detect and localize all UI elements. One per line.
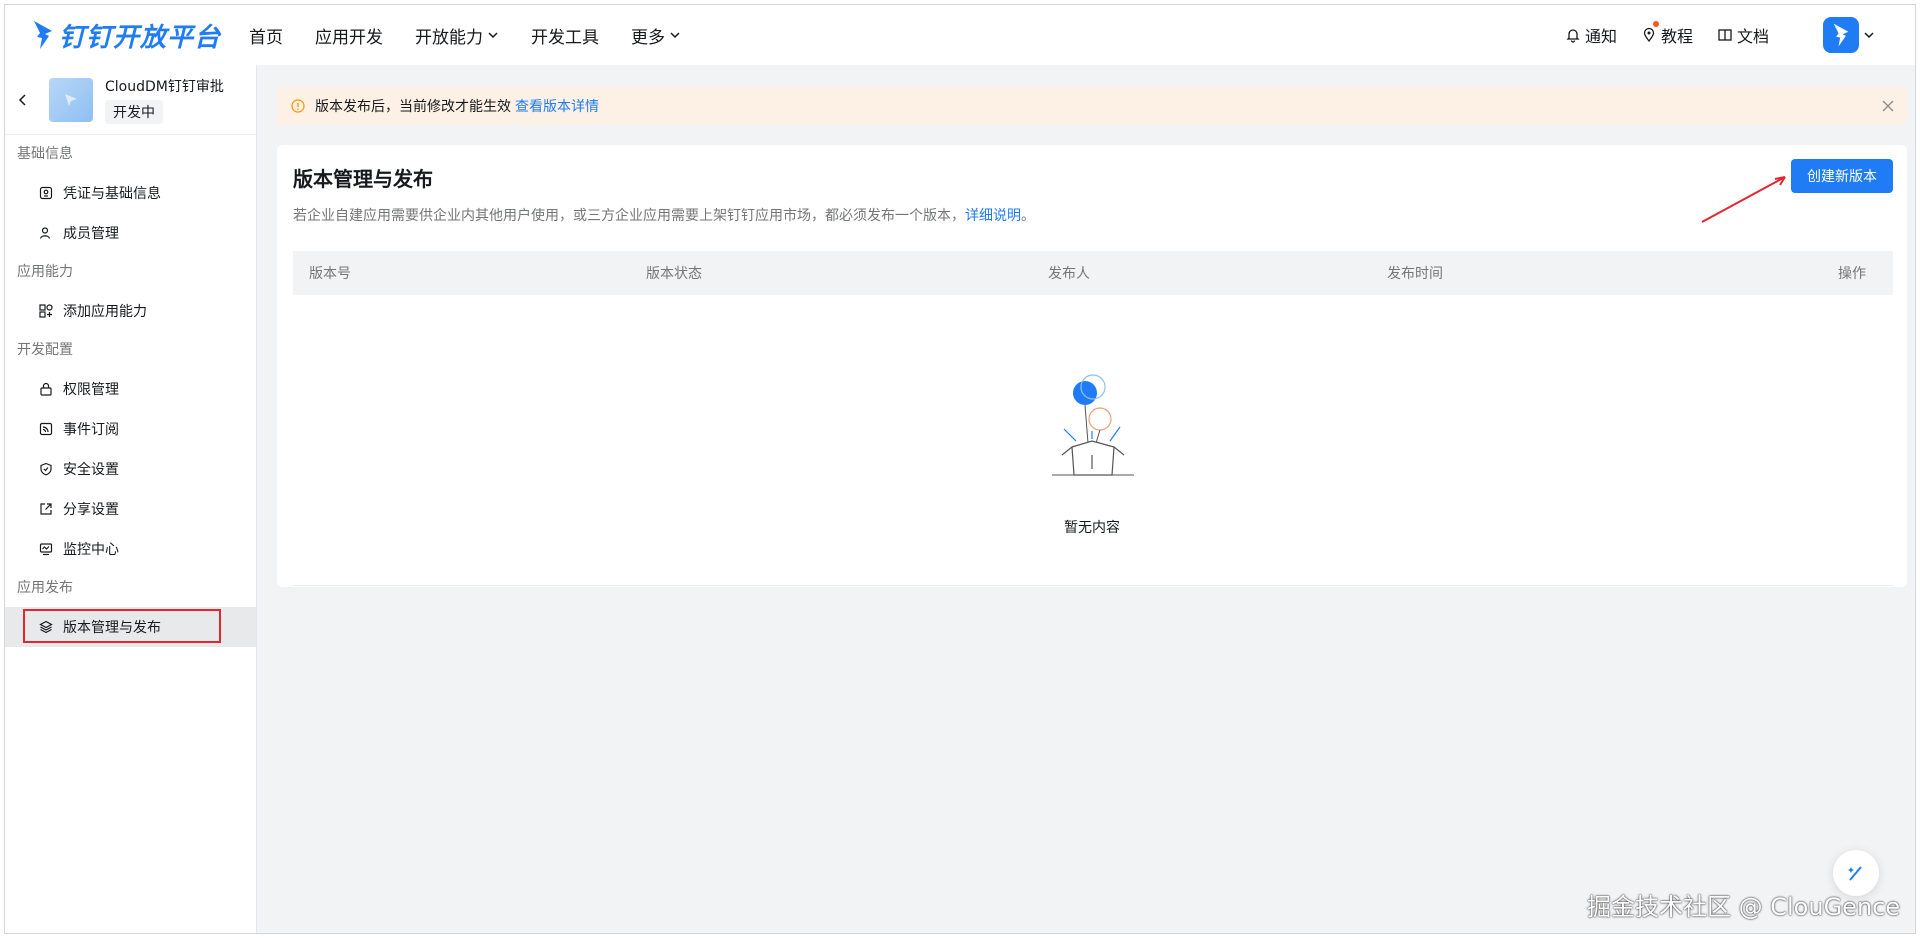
- nav-dev-tools-label: 开发工具: [531, 27, 600, 48]
- back-arrow-icon[interactable]: [15, 92, 31, 108]
- app-name: CloudDM钉钉审批: [105, 78, 224, 95]
- tutorial-link[interactable]: 教程: [1641, 21, 1693, 47]
- column-actions: 操作: [1838, 266, 1866, 282]
- sidebar-item-version-release[interactable]: 版本管理与发布: [5, 607, 256, 647]
- group-title-release: 应用发布: [17, 580, 73, 596]
- group-title-basic: 基础信息: [17, 146, 73, 162]
- column-status: 版本状态: [646, 266, 702, 282]
- column-publish-time: 发布时间: [1387, 266, 1443, 282]
- sidebar-item-label: 添加应用能力: [63, 304, 147, 320]
- sidebar-item-label: 安全设置: [63, 462, 119, 478]
- close-icon[interactable]: [1881, 99, 1895, 113]
- sidebar-item-label: 权限管理: [63, 382, 119, 398]
- nav-dev-tools[interactable]: 开发工具: [531, 23, 599, 48]
- empty-box-icon: [1052, 374, 1134, 476]
- sidebar-item-share[interactable]: 分享设置: [5, 489, 256, 529]
- column-publisher: 发布人: [1048, 266, 1090, 282]
- lock-icon: [40, 382, 52, 396]
- annotation-arrow: [1701, 176, 1786, 223]
- description-text: 若企业自建应用需要供企业内其他用户使用，或三方企业应用需要上架钉钉应用市场，都必…: [293, 208, 965, 224]
- sidebar-item-label: 事件订阅: [63, 422, 119, 438]
- tutorial-label: 教程: [1660, 27, 1693, 46]
- main-content: 版本发布后，当前修改才能生效 查看版本详情 版本管理与发布 若企业自建应用需要供…: [257, 65, 1915, 933]
- avatar: [1823, 17, 1859, 53]
- page-description: 若企业自建应用需要供企业内其他用户使用，或三方企业应用需要上架钉钉应用市场，都必…: [293, 205, 1035, 225]
- sidebar: CloudDM钉钉审批 开发中 基础信息 凭证与基础信息 成员管理 应用能力 添…: [5, 65, 257, 933]
- sidebar-item-events[interactable]: 事件订阅: [5, 409, 256, 449]
- empty-state: 暂无内容: [277, 365, 1907, 537]
- group-title-dev-config: 开发配置: [17, 342, 73, 358]
- chevron-down-icon: [488, 32, 498, 39]
- sidebar-item-add-capability[interactable]: 添加应用能力: [5, 291, 256, 331]
- table-header: 版本号 版本状态 发布人 发布时间 操作: [293, 251, 1893, 295]
- notice-text: 版本发布后，当前修改才能生效: [315, 99, 511, 115]
- docs-link[interactable]: 文档: [1717, 23, 1769, 47]
- book-icon: [1718, 29, 1732, 41]
- chevron-down-icon: [670, 32, 680, 39]
- sidebar-item-label: 成员管理: [63, 226, 119, 242]
- nav-right: 通知 教程 文档: [1565, 5, 1915, 65]
- nav-open-capability-label: 开放能力: [415, 27, 484, 48]
- sidebar-item-label: 凭证与基础信息: [63, 186, 161, 202]
- dingtalk-avatar-icon: [1833, 23, 1849, 47]
- view-version-details-link[interactable]: 查看版本详情: [515, 96, 599, 116]
- rss-icon: [39, 422, 53, 436]
- sidebar-item-permissions[interactable]: 权限管理: [5, 369, 256, 409]
- details-link[interactable]: 详细说明: [965, 208, 1021, 224]
- sidebar-item-monitor[interactable]: 监控中心: [5, 529, 256, 569]
- sidebar-item-members[interactable]: 成员管理: [5, 213, 256, 253]
- sidebar-item-label: 分享设置: [63, 502, 119, 518]
- app-header: CloudDM钉钉审批 开发中: [5, 65, 256, 135]
- notice-link[interactable]: 通知: [1565, 23, 1617, 47]
- sidebar-item-security[interactable]: 安全设置: [5, 449, 256, 489]
- notice-banner: 版本发布后，当前修改才能生效 查看版本详情: [277, 87, 1907, 125]
- nav-more-label: 更多: [631, 27, 666, 48]
- divider: [293, 585, 1893, 586]
- app-status-badge: 开发中: [105, 99, 163, 124]
- nav-app-dev[interactable]: 应用开发: [315, 23, 383, 48]
- info-icon: [291, 99, 305, 113]
- nav-more[interactable]: 更多: [631, 23, 681, 48]
- docs-label: 文档: [1736, 27, 1769, 46]
- watermark: 掘金技术社区 @ ClouGence: [1587, 893, 1901, 921]
- chevron-down-icon: [1864, 32, 1874, 39]
- shield-icon: [40, 462, 52, 476]
- brand-name: 钉钉开放平台: [59, 22, 222, 53]
- page-title: 版本管理与发布: [293, 167, 433, 191]
- nav-open-capability[interactable]: 开放能力: [415, 23, 499, 48]
- app-logo-icon: [65, 93, 77, 106]
- dingtalk-logo-icon: [34, 21, 52, 49]
- apps-icon: [39, 304, 53, 318]
- column-version: 版本号: [309, 266, 351, 282]
- brand-logo[interactable]: 钉钉开放平台: [31, 17, 221, 54]
- sidebar-item-credentials[interactable]: 凭证与基础信息: [5, 173, 256, 213]
- description-end: 。: [1021, 208, 1035, 224]
- credential-icon: [39, 186, 53, 200]
- nav-home-label: 首页: [249, 27, 284, 48]
- empty-text: 暂无内容: [1064, 520, 1120, 536]
- main-menu: 首页 应用开发 开放能力 开发工具 更多: [249, 23, 713, 48]
- share-icon: [40, 503, 52, 515]
- member-icon: [39, 227, 51, 239]
- browser-frame: 钉钉开放平台 首页 应用开发 开放能力 开发工具 更多 通知 教程 文档 Clo…: [4, 4, 1916, 934]
- nav-home[interactable]: 首页: [249, 23, 283, 48]
- bell-icon: [1566, 29, 1580, 43]
- notice-label: 通知: [1584, 27, 1617, 46]
- highlight-annotation: [23, 609, 221, 643]
- location-pin-icon: [1643, 27, 1655, 43]
- magic-wand-icon: [1848, 866, 1862, 881]
- unread-dot: [1652, 21, 1659, 27]
- nav-app-dev-label: 应用开发: [315, 27, 384, 48]
- group-title-capability: 应用能力: [17, 264, 73, 280]
- top-nav: 钉钉开放平台 首页 应用开发 开放能力 开发工具 更多 通知 教程 文档: [5, 5, 1915, 65]
- app-logo: [49, 77, 93, 122]
- version-card: 版本管理与发布 若企业自建应用需要供企业内其他用户使用，或三方企业应用需要上架钉…: [277, 145, 1907, 587]
- monitor-icon: [39, 543, 53, 556]
- sidebar-item-label: 监控中心: [63, 542, 119, 558]
- user-menu[interactable]: [1823, 17, 1875, 53]
